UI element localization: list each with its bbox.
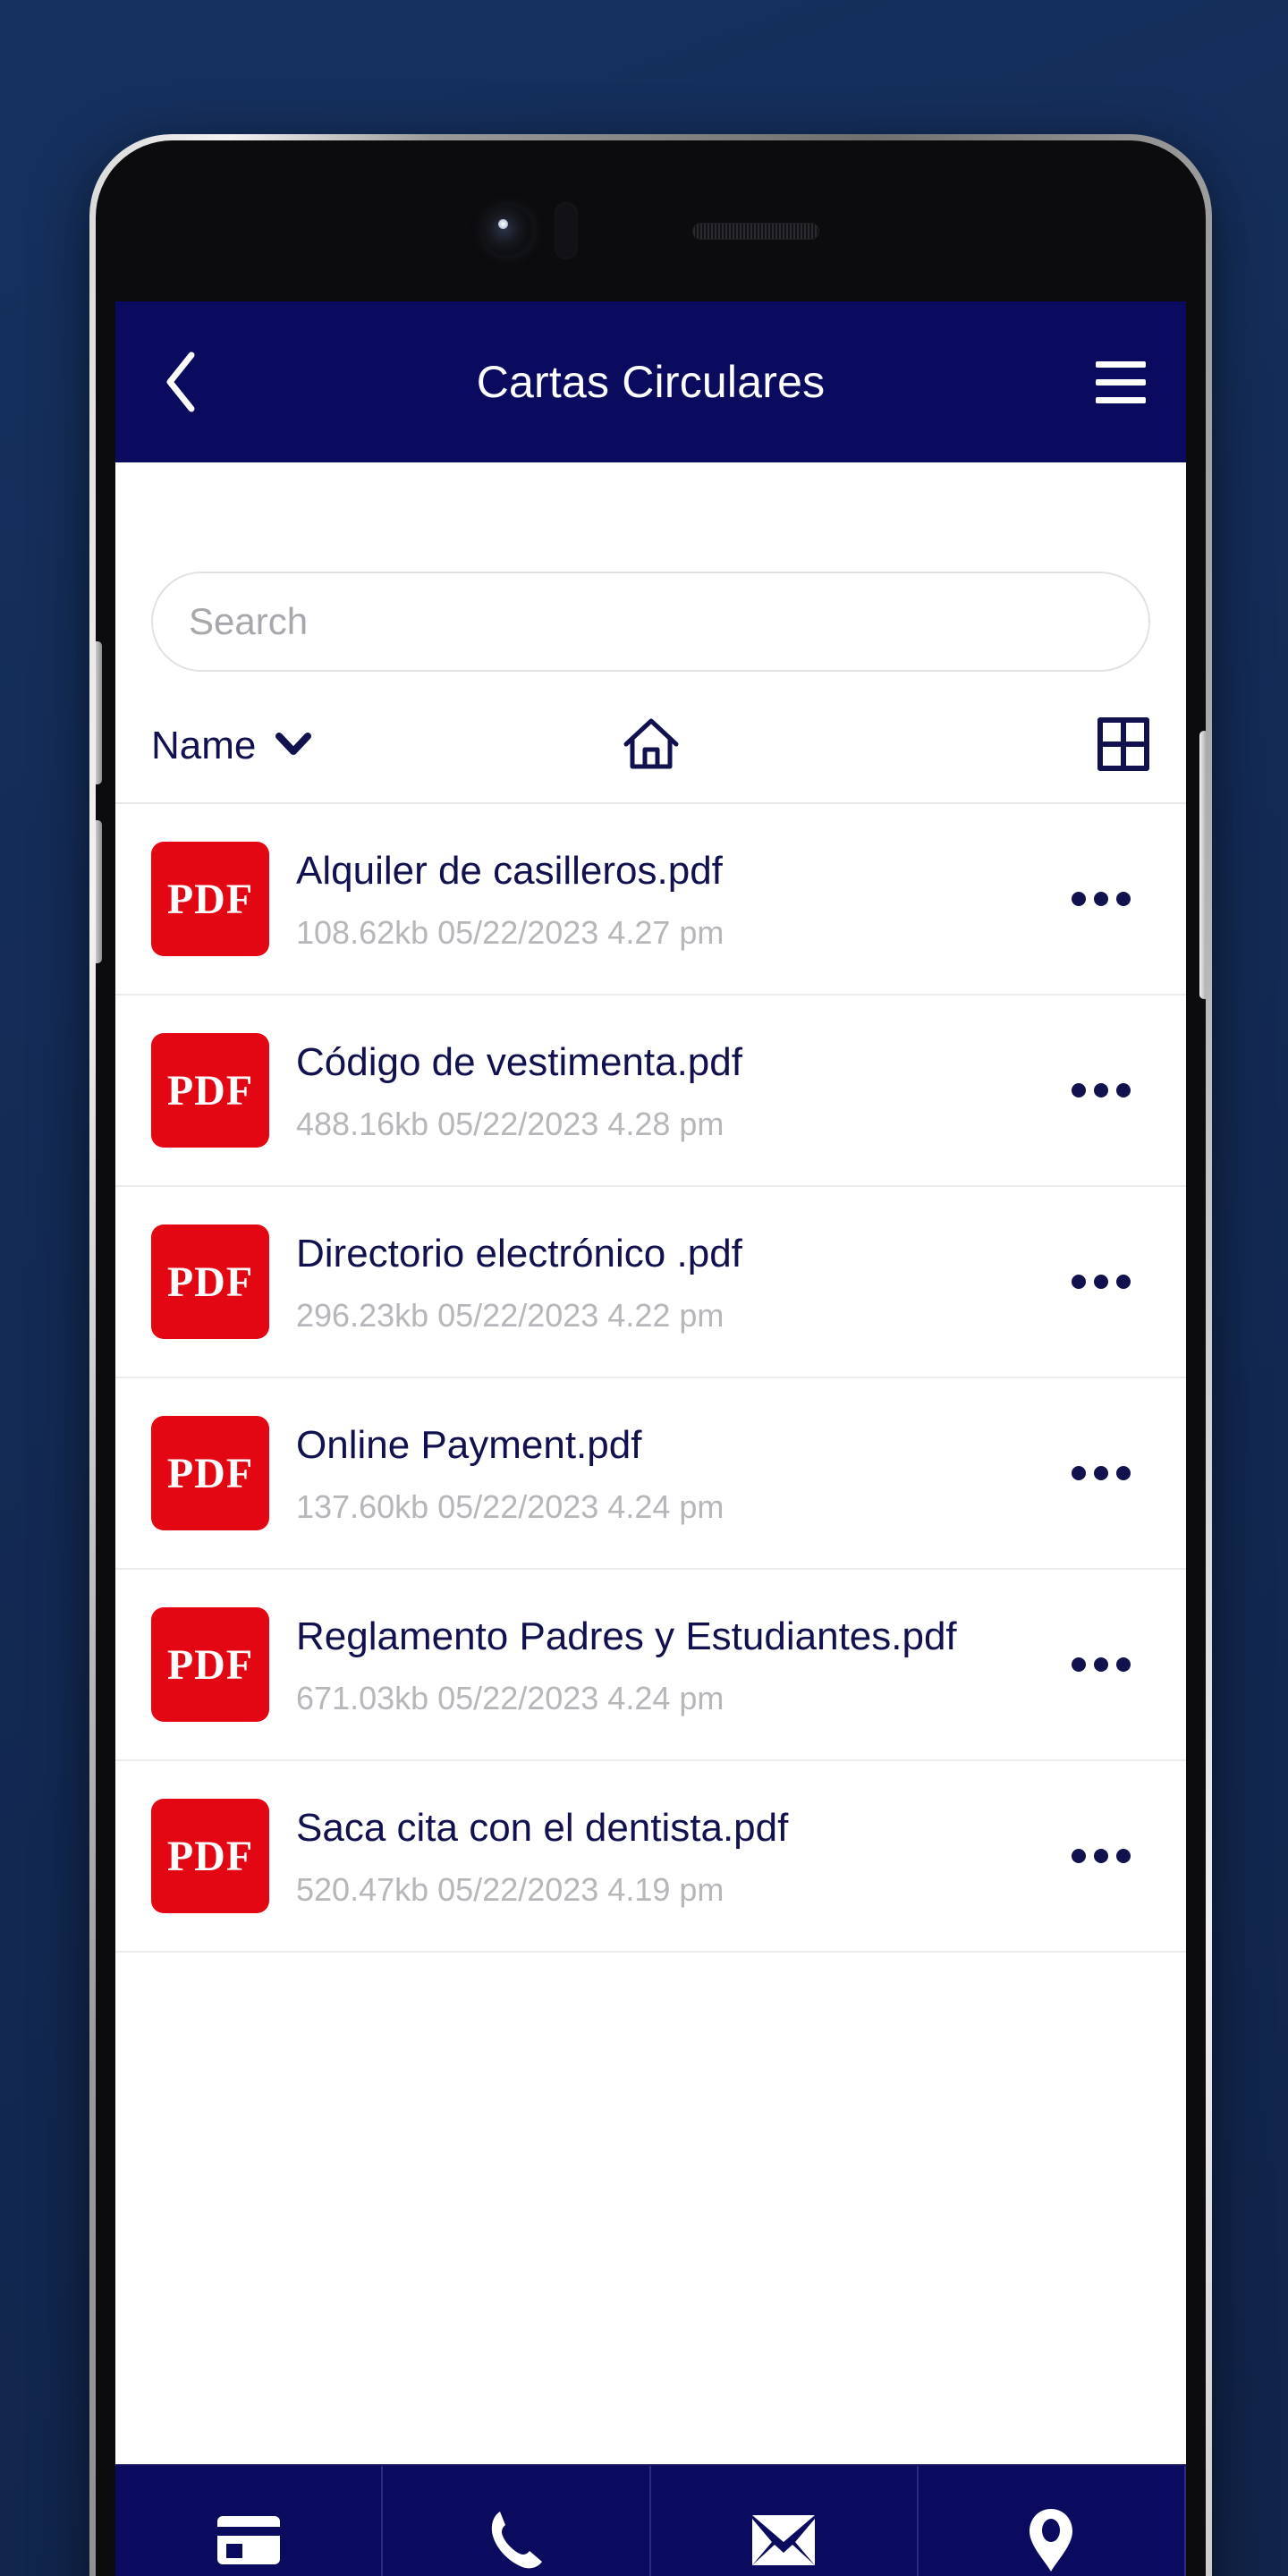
table-row[interactable]: PDF Reglamento Padres y Estudiantes.pdf …: [115, 1570, 1186, 1761]
file-meta: 520.47kb 05/22/2023 4.19 pm: [296, 1871, 724, 1909]
location-pin-icon: [1026, 2506, 1076, 2574]
file-name: Código de vestimenta.pdf: [296, 1039, 742, 1084]
more-options-icon-dot-3: [1116, 1275, 1131, 1289]
file-info: Saca cita con el dentista.pdf 520.47kb 0…: [269, 1803, 1052, 1910]
more-options-icon-dot-2: [1094, 892, 1108, 906]
file-meta: 671.03kb 05/22/2023 4.24 pm: [296, 1680, 724, 1717]
more-options-button[interactable]: [1052, 1657, 1150, 1672]
app-header-bar: Cartas Circulares: [115, 301, 1186, 462]
tab-phone[interactable]: [383, 2466, 651, 2576]
tab-location[interactable]: [919, 2466, 1186, 2576]
table-row[interactable]: PDF Alquiler de casilleros.pdf 108.62kb …: [115, 804, 1186, 996]
file-info: Alquiler de casilleros.pdf 108.62kb 05/2…: [269, 846, 1052, 953]
grid-view-icon: [1097, 716, 1150, 776]
home-icon: [621, 716, 682, 777]
home-button[interactable]: [419, 716, 882, 777]
pdf-file-icon: PDF: [151, 1416, 269, 1530]
more-options-button[interactable]: [1052, 892, 1150, 906]
page-title: Cartas Circulares: [476, 357, 826, 407]
file-info: Online Payment.pdf 137.60kb 05/22/2023 4…: [269, 1420, 1052, 1527]
file-name: Reglamento Padres y Estudiantes.pdf: [296, 1614, 957, 1658]
hamburger-menu-button[interactable]: [1088, 349, 1154, 415]
page-backdrop: Cartas Circulares Name: [0, 0, 1288, 2576]
grid-view-button[interactable]: [882, 716, 1150, 776]
search-input[interactable]: [151, 572, 1150, 672]
phone-bezel: Cartas Circulares Name: [96, 140, 1206, 2576]
more-options-button[interactable]: [1052, 1083, 1150, 1097]
power-button[interactable]: [1199, 731, 1206, 999]
file-info: Código de vestimenta.pdf 488.16kb 05/22/…: [269, 1038, 1052, 1144]
table-row[interactable]: PDF Saca cita con el dentista.pdf 520.47…: [115, 1761, 1186, 1953]
content-area: Name: [115, 462, 1186, 2464]
more-options-button[interactable]: [1052, 1275, 1150, 1289]
proximity-sensor-icon: [554, 202, 578, 259]
phone-icon: [485, 2508, 547, 2572]
file-meta: 137.60kb 05/22/2023 4.24 pm: [296, 1488, 724, 1526]
search-container: [115, 462, 1186, 672]
chevron-left-icon: [161, 350, 200, 414]
more-options-icon-dot-3: [1116, 892, 1131, 906]
earpiece-speaker-icon: [691, 222, 819, 240]
more-options-icon-dot-2: [1094, 1083, 1108, 1097]
more-options-icon-dot-3: [1116, 1083, 1131, 1097]
more-options-icon-dot-1: [1072, 892, 1086, 906]
front-camera-icon: [482, 206, 533, 256]
table-row[interactable]: PDF Online Payment.pdf 137.60kb 05/22/20…: [115, 1378, 1186, 1570]
file-name: Alquiler de casilleros.pdf: [296, 848, 723, 893]
phone-device-frame: Cartas Circulares Name: [89, 134, 1212, 2576]
hamburger-menu-icon-bar-1: [1096, 360, 1146, 368]
pdf-file-icon: PDF: [151, 1033, 269, 1148]
sort-by-control[interactable]: Name: [151, 724, 419, 768]
more-options-icon-dot-1: [1072, 1849, 1086, 1863]
pdf-file-icon: PDF: [151, 1607, 269, 1722]
pdf-file-icon: PDF: [151, 1799, 269, 1913]
file-list: PDF Alquiler de casilleros.pdf 108.62kb …: [115, 804, 1186, 1953]
more-options-icon-dot-3: [1116, 1657, 1131, 1672]
payment-card-icon: [214, 2512, 284, 2569]
file-info: Reglamento Padres y Estudiantes.pdf 671.…: [269, 1612, 1052, 1718]
back-button[interactable]: [148, 349, 214, 415]
file-name: Online Payment.pdf: [296, 1422, 642, 1467]
table-row[interactable]: PDF Directorio electrónico .pdf 296.23kb…: [115, 1187, 1186, 1378]
list-toolbar: Name: [115, 690, 1186, 804]
file-meta: 108.62kb 05/22/2023 4.27 pm: [296, 914, 724, 952]
volume-down-button[interactable]: [96, 820, 102, 963]
file-info: Directorio electrónico .pdf 296.23kb 05/…: [269, 1229, 1052, 1335]
bottom-tab-bar: [115, 2464, 1186, 2576]
tab-mail[interactable]: [651, 2466, 919, 2576]
device-sensor-bar: [96, 164, 1206, 298]
file-name: Saca cita con el dentista.pdf: [296, 1805, 789, 1850]
more-options-icon-dot-2: [1094, 1849, 1108, 1863]
sort-by-label: Name: [151, 724, 257, 767]
more-options-icon-dot-2: [1094, 1657, 1108, 1672]
app-screen: Cartas Circulares Name: [115, 301, 1186, 2576]
pdf-file-icon: PDF: [151, 842, 269, 956]
more-options-icon-dot-1: [1072, 1275, 1086, 1289]
chevron-down-icon: [275, 732, 312, 760]
volume-up-button[interactable]: [96, 641, 102, 784]
file-meta: 488.16kb 05/22/2023 4.28 pm: [296, 1106, 724, 1143]
more-options-icon-dot-2: [1094, 1466, 1108, 1480]
more-options-icon-dot-3: [1116, 1466, 1131, 1480]
more-options-icon-dot-1: [1072, 1083, 1086, 1097]
pdf-file-icon: PDF: [151, 1224, 269, 1339]
more-options-button[interactable]: [1052, 1849, 1150, 1863]
more-options-icon-dot-2: [1094, 1275, 1108, 1289]
file-meta: 296.23kb 05/22/2023 4.22 pm: [296, 1297, 724, 1335]
more-options-icon-dot-3: [1116, 1849, 1131, 1863]
hamburger-menu-icon-bar-3: [1096, 396, 1146, 403]
more-options-button[interactable]: [1052, 1466, 1150, 1480]
more-options-icon-dot-1: [1072, 1657, 1086, 1672]
hamburger-menu-icon-bar-2: [1096, 378, 1146, 386]
mail-envelope-icon: [749, 2512, 818, 2569]
more-options-icon-dot-1: [1072, 1466, 1086, 1480]
tab-payments[interactable]: [115, 2466, 384, 2576]
table-row[interactable]: PDF Código de vestimenta.pdf 488.16kb 05…: [115, 996, 1186, 1187]
file-name: Directorio electrónico .pdf: [296, 1231, 742, 1275]
